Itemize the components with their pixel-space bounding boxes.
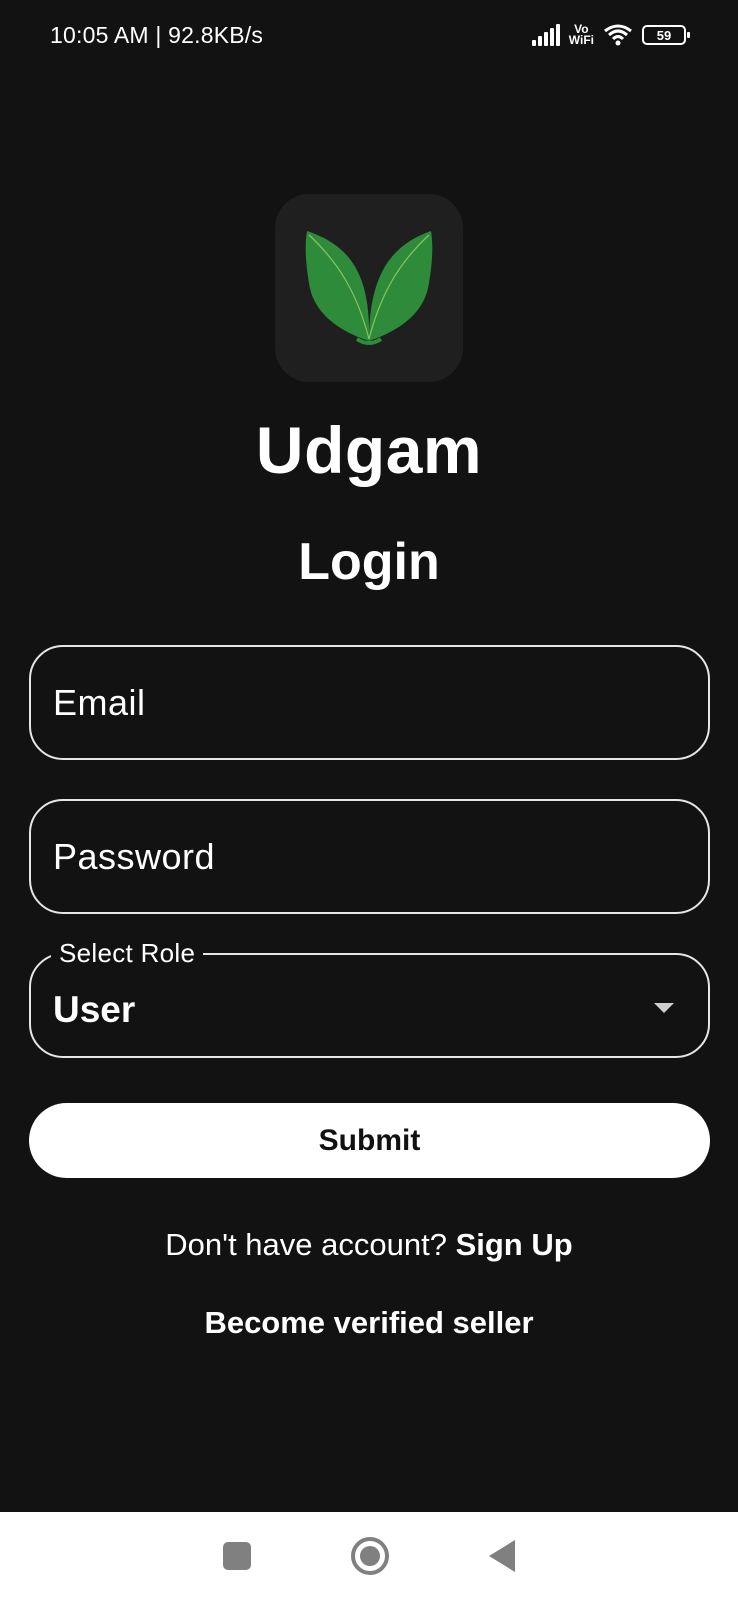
submit-button[interactable]: Submit (29, 1103, 710, 1178)
square-icon[interactable] (223, 1542, 251, 1570)
app-logo (275, 194, 463, 382)
navigation-bar (0, 1512, 738, 1600)
sign-up-link[interactable]: Sign Up (456, 1227, 573, 1262)
circle-icon[interactable] (351, 1537, 389, 1575)
battery-level: 59 (656, 27, 672, 43)
status-icons: Vo WiFi 59 (531, 23, 690, 47)
chevron-down-icon[interactable] (654, 1002, 674, 1013)
email-field-container (29, 645, 710, 760)
status-time: 10:05 AM | 92.8KB/s (50, 21, 264, 48)
role-select-value: User (53, 988, 136, 1030)
status-bar: 10:05 AM | 92.8KB/s Vo WiFi 59 (0, 0, 738, 70)
role-select-label: Select Role (51, 938, 204, 969)
vowifi-icon: Vo WiFi (568, 23, 594, 47)
login-screen: 10:05 AM | 92.8KB/s Vo WiFi 59 Udgam Log… (0, 0, 738, 1600)
password-field[interactable] (31, 801, 708, 912)
back-triangle-icon[interactable] (489, 1540, 515, 1572)
email-field[interactable] (31, 647, 708, 758)
signup-prompt: Don't have account? (165, 1227, 456, 1262)
role-select[interactable]: Select Role User (29, 938, 710, 1058)
app-title: Udgam (255, 413, 483, 487)
signup-line: Don't have account? Sign Up (0, 1227, 738, 1263)
leaf-logo-icon (305, 231, 433, 345)
password-field-container (29, 799, 710, 914)
signal-icon (531, 24, 560, 46)
vowifi-bottom: WiFi (568, 33, 594, 47)
become-seller-link[interactable]: Become verified seller (0, 1305, 738, 1341)
page-title: Login (298, 533, 440, 591)
battery-icon: 59 (642, 25, 690, 45)
wifi-icon (604, 24, 632, 46)
